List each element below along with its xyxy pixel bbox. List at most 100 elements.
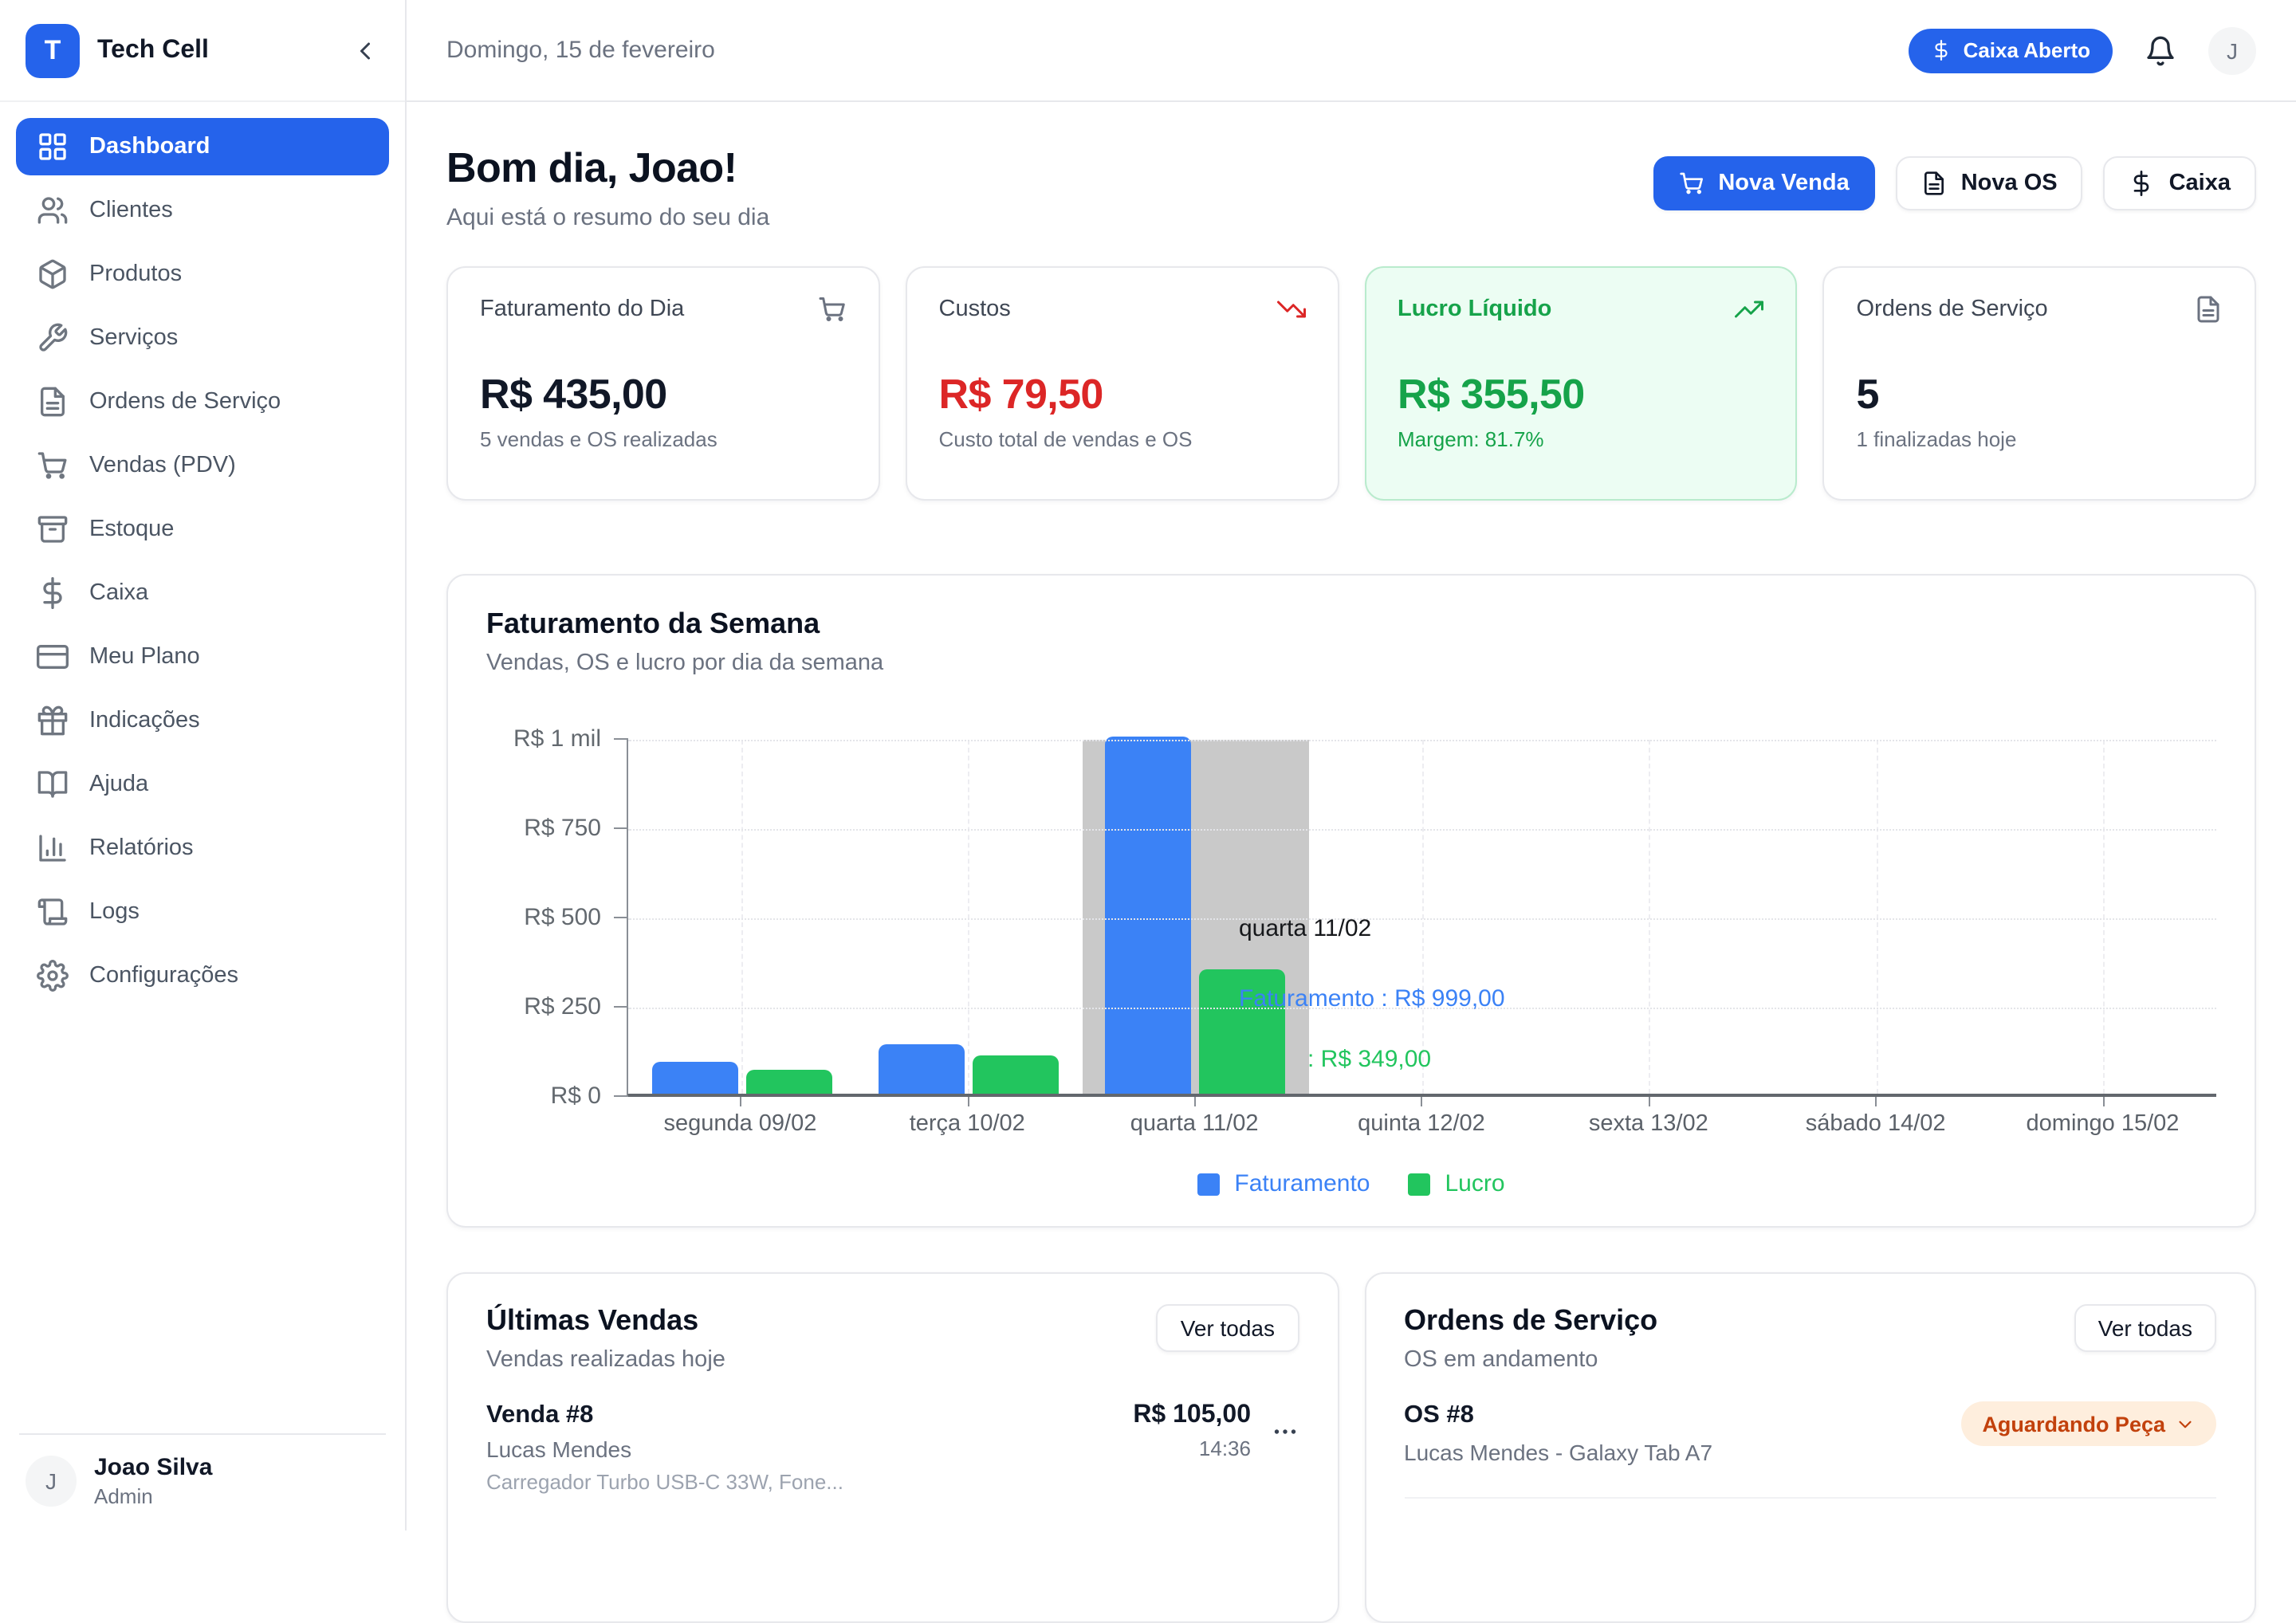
chart-category-6[interactable] xyxy=(1763,740,1990,1094)
app-logo-letter: T xyxy=(45,34,61,66)
gridline xyxy=(1649,740,1651,1094)
stat-card-ordens: Ordens de Serviço 5 1 finalizadas hoje xyxy=(1823,266,2257,501)
sale-row[interactable]: Venda #8 Lucas Mendes Carregador Turbo U… xyxy=(486,1401,1299,1494)
x-axis-label: sábado 14/02 xyxy=(1762,1097,1989,1151)
sidebar-item-dashboard[interactable]: Dashboard xyxy=(16,118,389,175)
y-axis-tick xyxy=(614,827,628,829)
dollar-icon xyxy=(1932,40,1952,61)
sidebar-item-configuracoes[interactable]: Configurações xyxy=(16,947,389,1004)
sidebar-item-logs[interactable]: Logs xyxy=(16,883,389,941)
caixa-aberto-badge[interactable]: Caixa Aberto xyxy=(1909,28,2113,73)
sidebar-collapse-icon[interactable] xyxy=(351,36,379,65)
legend-swatch xyxy=(1409,1173,1431,1195)
main-area: Domingo, 15 de fevereiro Caixa Aberto J … xyxy=(407,0,2296,1531)
file-text-icon xyxy=(37,386,69,418)
gridline xyxy=(741,740,743,1094)
os-id: OS #8 xyxy=(1404,1401,1712,1430)
chart-y-axis: R$ 1 milR$ 750R$ 500R$ 250R$ 0 xyxy=(486,740,627,1097)
x-axis-tick xyxy=(740,1097,741,1106)
chart-category-3[interactable] xyxy=(1082,740,1309,1094)
chart-category-4[interactable] xyxy=(1309,740,1536,1094)
bell-icon[interactable] xyxy=(2145,34,2176,66)
topbar-avatar[interactable]: J xyxy=(2208,26,2256,74)
x-axis-label: quinta 12/02 xyxy=(1308,1097,1535,1151)
sidebar-item-vendas-pdv[interactable]: Vendas (PDV) xyxy=(16,437,389,494)
user-name: Joao Silva xyxy=(94,1455,212,1485)
x-axis-label: domingo 15/02 xyxy=(1989,1097,2216,1151)
chevron-down-icon xyxy=(2175,1413,2196,1434)
stat-value: R$ 355,50 xyxy=(1398,370,1764,419)
x-axis-label: sexta 13/02 xyxy=(1535,1097,1762,1151)
gridline xyxy=(1422,740,1424,1094)
sale-time: 14:36 xyxy=(1133,1436,1251,1460)
sale-client: Lucas Mendes xyxy=(486,1436,843,1462)
trending-down-icon xyxy=(1276,295,1305,324)
os-status-badge[interactable]: Aguardando Peça xyxy=(1961,1401,2216,1446)
service-orders-title: Ordens de Serviço xyxy=(1404,1304,1657,1338)
sidebar-item-label: Ajuda xyxy=(89,772,148,797)
sidebar-item-ajuda[interactable]: Ajuda xyxy=(16,756,389,813)
sidebar-item-estoque[interactable]: Estoque xyxy=(16,501,389,558)
stat-subtitle: Margem: 81.7% xyxy=(1398,427,1764,451)
os-row[interactable]: OS #8 Lucas Mendes - Galaxy Tab A7 Aguar… xyxy=(1404,1401,2216,1465)
chart-category-7[interactable] xyxy=(1989,740,2216,1094)
sales-view-all-button[interactable]: Ver todas xyxy=(1157,1304,1299,1352)
wrench-icon xyxy=(37,322,69,354)
faturamento-bar[interactable] xyxy=(651,1062,737,1094)
chart-category-2[interactable] xyxy=(855,740,1083,1094)
sidebar-user[interactable]: J Joao Silva Admin xyxy=(19,1434,386,1531)
chart-legend: Faturamento Lucro xyxy=(486,1170,2216,1197)
sidebar-item-indicacoes[interactable]: Indicações xyxy=(16,692,389,749)
stat-title: Faturamento do Dia xyxy=(480,297,684,322)
sidebar-item-label: Relatórios xyxy=(89,835,194,861)
stat-subtitle: Custo total de vendas e OS xyxy=(939,427,1306,451)
scroll-icon xyxy=(37,896,69,928)
x-axis-tick xyxy=(1421,1097,1423,1106)
dashboard-icon xyxy=(37,131,69,163)
sidebar-item-label: Clientes xyxy=(89,198,173,223)
sidebar-item-caixa[interactable]: Caixa xyxy=(16,564,389,622)
sidebar-item-ordens-de-servico[interactable]: Ordens de Serviço xyxy=(16,373,389,430)
latest-sales-subtitle: Vendas realizadas hoje xyxy=(486,1347,725,1373)
dollar-icon xyxy=(2129,171,2155,196)
faturamento-bar[interactable] xyxy=(1105,737,1191,1094)
caixa-button[interactable]: Caixa xyxy=(2104,156,2256,210)
gift-icon xyxy=(37,705,69,737)
page-subtitle: Aqui está o resumo do seu dia xyxy=(446,204,769,231)
service-orders-subtitle: OS em andamento xyxy=(1404,1347,1657,1373)
chart-x-axis: segunda 09/02terça 10/02quarta 11/02quin… xyxy=(627,1097,2216,1151)
sidebar-item-meu-plano[interactable]: Meu Plano xyxy=(16,628,389,686)
sidebar-item-servicos[interactable]: Serviços xyxy=(16,309,389,367)
x-axis-tick xyxy=(1194,1097,1196,1106)
lucro-bar[interactable] xyxy=(1199,969,1285,1094)
dashboard-content: Bom dia, Joao! Aqui está o resumo do seu… xyxy=(407,102,2296,1531)
sidebar-item-label: Estoque xyxy=(89,517,174,542)
chart-plot[interactable]: quarta 11/02 Faturamento : R$ 999,00 : R… xyxy=(627,740,2216,1097)
legend-item-lucro[interactable]: Lucro xyxy=(1409,1170,1505,1197)
more-options-icon[interactable] xyxy=(1270,1417,1299,1445)
sidebar-item-clientes[interactable]: Clientes xyxy=(16,182,389,239)
sidebar-item-label: Produtos xyxy=(89,261,182,287)
row-divider xyxy=(1404,1497,2216,1499)
user-role: Admin xyxy=(94,1484,212,1508)
stat-title: Custos xyxy=(939,297,1011,322)
chart-category-1[interactable] xyxy=(628,740,855,1094)
book-open-icon xyxy=(37,768,69,800)
sidebar-item-relatorios[interactable]: Relatórios xyxy=(16,819,389,877)
x-axis-label: quarta 11/02 xyxy=(1081,1097,1308,1151)
faturamento-bar[interactable] xyxy=(879,1044,965,1094)
stat-subtitle: 1 finalizadas hoje xyxy=(1857,427,2223,451)
nova-os-button[interactable]: Nova OS xyxy=(1896,156,2083,210)
lucro-bar[interactable] xyxy=(745,1070,832,1094)
lucro-bar[interactable] xyxy=(973,1055,1059,1094)
chart-subtitle: Vendas, OS e lucro por dia da semana xyxy=(486,650,2216,676)
legend-item-faturamento[interactable]: Faturamento xyxy=(1197,1170,1370,1197)
stat-card-lucro: Lucro Líquido R$ 355,50 Margem: 81.7% xyxy=(1364,266,1798,501)
chart-category-5[interactable] xyxy=(1535,740,1763,1094)
nova-venda-button[interactable]: Nova Venda xyxy=(1653,156,1874,210)
os-view-all-button[interactable]: Ver todas xyxy=(2074,1304,2216,1352)
sidebar-item-produtos[interactable]: Produtos xyxy=(16,246,389,303)
y-axis-tick xyxy=(614,738,628,740)
gridline xyxy=(628,1008,2216,1009)
current-date: Domingo, 15 de fevereiro xyxy=(446,37,715,64)
